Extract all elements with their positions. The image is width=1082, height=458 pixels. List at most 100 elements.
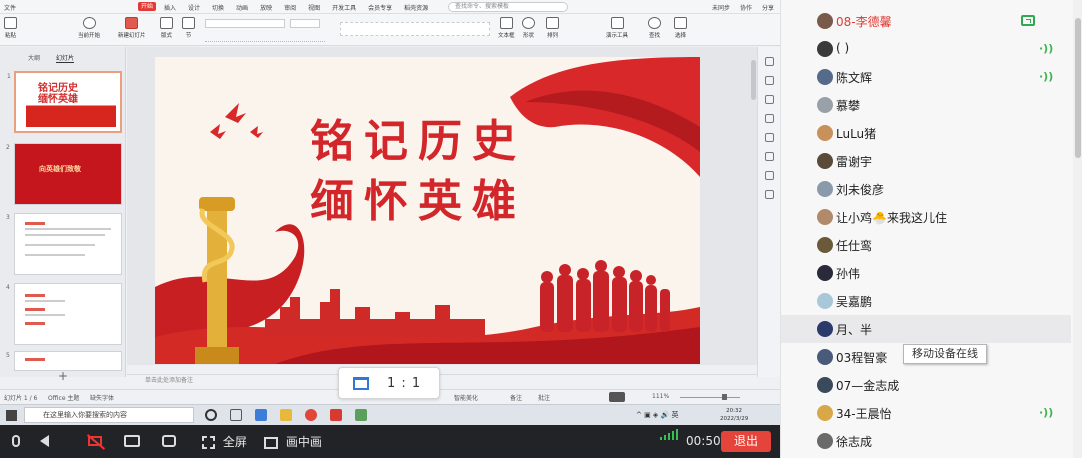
menu-file[interactable]: 文件 — [4, 3, 28, 12]
slide-thumbnail-2[interactable]: 2 向英雄们致敬 — [6, 143, 122, 205]
participant-name: 陈文辉 — [836, 71, 873, 85]
taskbar-app-2-icon[interactable] — [355, 409, 367, 421]
zoom-ratio-popup[interactable]: 1 : 1 — [338, 367, 440, 399]
participant-row[interactable]: 让小鸡🐣来我这儿住 — [781, 203, 1071, 231]
presentation-tools-button[interactable]: 演示工具 — [606, 17, 628, 39]
beautify-button[interactable]: 智能美化 — [454, 393, 478, 402]
section-button[interactable]: 节 — [182, 17, 195, 39]
shape-button[interactable]: 形状 — [522, 17, 535, 39]
command-search-input[interactable]: 查找命令、搜索模板 — [448, 2, 568, 12]
participant-row[interactable]: 雷谢宇 — [781, 147, 1071, 175]
participant-row[interactable]: LuLu猪 — [781, 119, 1071, 147]
find-button[interactable]: 查找 — [648, 17, 661, 39]
avatar — [817, 41, 833, 57]
participant-name: 雷谢宇 — [836, 155, 873, 169]
missing-font-button[interactable]: 缺失字体 — [90, 393, 114, 402]
top-right-actions[interactable]: 未同步 协作 分享 — [702, 3, 774, 12]
speaker-button[interactable] — [40, 433, 49, 451]
participant-row[interactable]: 07—金志成 — [781, 371, 1071, 399]
folder-icon[interactable] — [280, 409, 292, 421]
windows-start-icon[interactable] — [6, 410, 17, 421]
slide-thumbnail-5[interactable]: 5 — [6, 351, 122, 371]
participant-row[interactable]: 陈文辉 ·)) — [781, 63, 1071, 91]
font-name-select[interactable] — [205, 19, 285, 28]
cortana-icon[interactable] — [205, 409, 217, 421]
camera-off-button[interactable] — [88, 433, 102, 451]
layout-button[interactable]: 版式 — [160, 17, 173, 39]
share-screen-button[interactable] — [124, 433, 140, 451]
tool-icon-6[interactable] — [764, 152, 774, 161]
tab-slides[interactable]: 幻灯片 — [55, 55, 74, 63]
taskbar-search-input[interactable]: 在这里输入你要搜索的内容 — [24, 407, 194, 423]
microphone-button[interactable] — [12, 433, 20, 451]
slide-thumbnail-1[interactable]: 1 铭记历史 缅怀英雄 — [7, 71, 122, 133]
theme-label: Office 主题 — [48, 395, 80, 402]
participant-row[interactable]: 徐志成 — [781, 427, 1071, 455]
arrange-button[interactable]: 排列 — [546, 17, 559, 39]
zoom-level: 111% — [652, 393, 670, 400]
slide-scrollbar[interactable] — [751, 60, 756, 100]
chat-button[interactable] — [162, 433, 176, 451]
format-buttons-row[interactable] — [205, 34, 325, 42]
participant-row[interactable]: 刘未俊彦 — [781, 175, 1071, 203]
taskbar-app-1-icon[interactable] — [255, 409, 267, 421]
tray-icons[interactable]: ^ ▣ ◈ 🔊 英 — [636, 410, 678, 420]
select-button[interactable]: 选择 — [674, 17, 687, 39]
tool-icon-3[interactable] — [764, 95, 774, 104]
slide-title-line-2[interactable]: 缅怀英雄 — [310, 165, 526, 229]
mic-active-icon: ·)) — [1039, 406, 1054, 419]
participant-row[interactable]: 吴嘉鹏 — [781, 287, 1071, 315]
avatar — [817, 433, 833, 449]
paste-button[interactable]: 粘贴 — [4, 17, 17, 39]
slide-thumbnail-3[interactable]: 3 — [6, 213, 122, 275]
zoom-ratio-label: 1 : 1 — [387, 376, 422, 391]
zoom-slider-knob[interactable] — [722, 394, 727, 400]
notes-toggle[interactable]: 备注 — [510, 393, 522, 402]
menu-tabs[interactable]: 插入 设计 切换 动画 放映 审阅 视图 开发工具 会员专享 稻壳资源 — [164, 3, 440, 12]
tab-outline[interactable]: 大纲 — [28, 55, 40, 62]
tool-icon-7[interactable] — [764, 171, 774, 180]
notes-input[interactable]: 单击此处添加备注 — [127, 374, 757, 386]
tool-icon-1[interactable] — [764, 57, 774, 66]
share-screen-icon — [1021, 15, 1035, 26]
thumb-1-preview: 铭记历史 缅怀英雄 — [26, 79, 116, 127]
slide-title-line-1[interactable]: 铭记历史 — [310, 105, 526, 169]
slide-thumbnail-panel: 大纲 幻灯片 1 铭记历史 缅怀英雄 2 向英雄们致敬 3 4 5 + — [0, 47, 126, 383]
fullscreen-button[interactable]: 全屏 — [202, 433, 247, 451]
pip-button[interactable]: 画中画 — [264, 433, 322, 451]
task-view-icon[interactable] — [230, 409, 242, 421]
tool-icon-5[interactable] — [764, 133, 774, 142]
textbox-button[interactable]: 文本框 — [498, 17, 515, 39]
participants-panel: 08-李德馨 ( ) ·)) 陈文辉 ·)) 慕攀 LuLu猪 雷谢宇 刘未俊彦 让小鸡🐣来我这儿… — [780, 0, 1082, 458]
participant-row[interactable]: 慕攀 — [781, 91, 1071, 119]
right-side-toolbar — [757, 47, 780, 377]
meeting-window: 文件 开始 插入 设计 切换 动画 放映 审阅 视图 开发工具 会员专享 稻壳资源 查找命令、搜索… — [0, 0, 1082, 458]
comments-toggle[interactable]: 批注 — [538, 393, 550, 402]
participant-row[interactable]: 08-李德馨 — [781, 7, 1071, 35]
paragraph-group[interactable] — [340, 22, 490, 36]
participant-row[interactable]: 月、半 — [781, 315, 1071, 343]
play-current-button[interactable]: 当前开始 — [78, 17, 100, 39]
add-slide-icon[interactable]: + — [58, 369, 68, 383]
participants-scrollbar[interactable] — [1075, 18, 1081, 158]
participant-row[interactable]: 孙伟 — [781, 259, 1071, 287]
tool-icon-8[interactable] — [764, 190, 774, 199]
slide-thumbnail-4[interactable]: 4 — [6, 283, 122, 345]
participant-row[interactable]: 34-王晨怡 ·)) — [781, 399, 1071, 427]
participant-row[interactable]: ( ) ·)) — [781, 35, 1071, 63]
wps-icon[interactable] — [330, 409, 342, 421]
zoom-slider[interactable] — [680, 397, 740, 398]
page-indicator: 幻灯片 1 / 6 — [4, 395, 38, 402]
meeting-timer: 00:50 — [686, 434, 721, 448]
menu-start[interactable]: 开始 — [138, 2, 156, 11]
tool-icon-2[interactable] — [764, 76, 774, 85]
tool-icon-4[interactable] — [764, 114, 774, 123]
participant-row[interactable]: 任仕鸾 — [781, 231, 1071, 259]
exit-button[interactable]: 退出 — [721, 431, 771, 452]
chrome-icon[interactable] — [305, 409, 317, 421]
current-slide[interactable]: 铭记历史 缅怀英雄 — [155, 57, 700, 364]
new-slide-button[interactable]: 新建幻灯片 — [118, 17, 146, 39]
font-size-select[interactable] — [290, 19, 320, 28]
play-slideshow-button[interactable] — [609, 392, 625, 402]
avatar — [817, 321, 833, 337]
